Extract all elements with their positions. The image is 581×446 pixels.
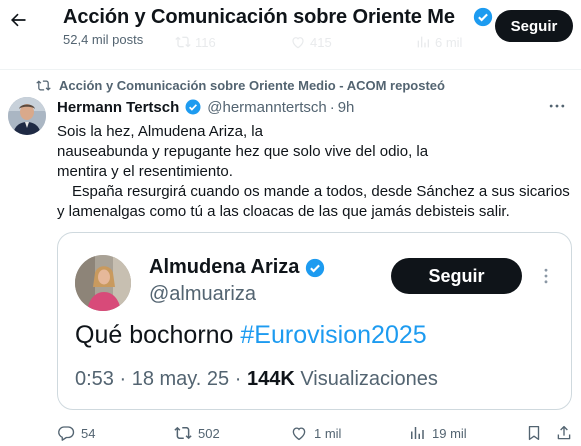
author-line: Hermann Tertsch @hermanntertsch · 9h	[57, 98, 354, 116]
share-icon	[555, 424, 573, 442]
author-handle[interactable]: @hermanntertsch	[207, 99, 326, 116]
action-bar: 54 502 1 mil 19 mil	[0, 424, 581, 444]
verified-badge-icon	[184, 98, 202, 116]
tweet-text: Sois la hez, Almudena Ariza, la nauseabu…	[57, 122, 570, 222]
like-count: 1 mil	[314, 425, 342, 441]
page-title: Acción y Comunicación sobre Oriente Me	[63, 6, 455, 28]
reply-button[interactable]: 54	[57, 424, 95, 442]
ghost-like: 415	[290, 34, 332, 50]
like-button[interactable]: 1 mil	[290, 424, 341, 442]
embed-name-line: Almudena Ariza	[149, 256, 326, 279]
author-avatar[interactable]	[8, 97, 46, 135]
embed-author-handle[interactable]: @almuariza	[149, 283, 256, 306]
embed-tweet-text: Qué bochorno #Eurovision2025	[75, 321, 427, 350]
tweet-line: Sois la hez, Almudena Ariza, la	[57, 123, 263, 140]
embed-author-name[interactable]: Almudena Ariza	[149, 256, 299, 279]
embed-meta: 0:53 · 18 may. 25 · 144K Visualizaciones	[75, 368, 438, 391]
tweet-line: mentira y el resentimiento.	[57, 163, 233, 180]
hashtag-link[interactable]: #Eurovision2025	[240, 321, 426, 349]
bookmark-icon	[525, 424, 543, 442]
verified-badge-icon	[304, 257, 326, 279]
more-icon[interactable]	[547, 96, 567, 116]
verified-badge-icon	[472, 6, 494, 28]
post-count: 52,4 mil posts	[63, 32, 144, 47]
tweet-line: y lamenalgas como tú a las cloacas de la…	[57, 203, 510, 220]
tweet-line: nauseabunda y repugante hez que solo viv…	[57, 143, 429, 160]
embed-text: Qué bochorno	[75, 321, 234, 349]
repost-button[interactable]: 502	[174, 424, 220, 442]
repost-label: Acción y Comunicación sobre Oriente Medi…	[59, 78, 445, 93]
views-button[interactable]: 19 mil	[408, 424, 467, 442]
like-icon	[290, 424, 308, 442]
reply-count: 54	[81, 425, 96, 441]
repost-indicator[interactable]: Acción y Comunicación sobre Oriente Medi…	[36, 78, 445, 93]
embed-avatar[interactable]	[75, 255, 131, 311]
separator: ·	[329, 98, 335, 116]
more-icon[interactable]	[536, 266, 556, 286]
views-count: 19 mil	[432, 425, 467, 441]
divider	[0, 69, 581, 70]
retweet-icon	[36, 78, 51, 93]
reply-icon	[57, 424, 75, 442]
embed-follow-button[interactable]: Seguir	[391, 258, 522, 294]
retweet-icon	[174, 424, 192, 442]
views-icon	[408, 424, 426, 442]
tweet-line: España resurgirá cuando os mande a todos…	[72, 183, 570, 200]
bookmark-button[interactable]	[525, 424, 543, 442]
ghost-repost-count: 116	[195, 34, 216, 50]
follow-button[interactable]: Seguir	[495, 10, 573, 42]
back-arrow-icon[interactable]	[8, 10, 28, 30]
ghost-like-count: 415	[310, 34, 332, 50]
share-button[interactable]	[555, 424, 573, 442]
embedded-tweet-card[interactable]: Almudena Ariza @almuariza Seguir Qué boc…	[57, 232, 572, 410]
embed-timestamp[interactable]: 0:53 · 18 may. 25 ·	[75, 368, 241, 390]
repost-count: 502	[198, 425, 220, 441]
timestamp[interactable]: 9h	[338, 99, 355, 116]
profile-header: 116 415 6 mil Acción y Comunicación sobr…	[0, 0, 581, 56]
ghost-views-count: 6 mil	[435, 34, 463, 50]
author-name[interactable]: Hermann Tertsch	[57, 99, 179, 116]
embed-views-count: 144K	[246, 368, 295, 390]
embed-views-label: Visualizaciones	[300, 368, 438, 390]
ghost-repost: 116	[175, 34, 216, 50]
ghost-views: 6 mil	[415, 34, 462, 50]
